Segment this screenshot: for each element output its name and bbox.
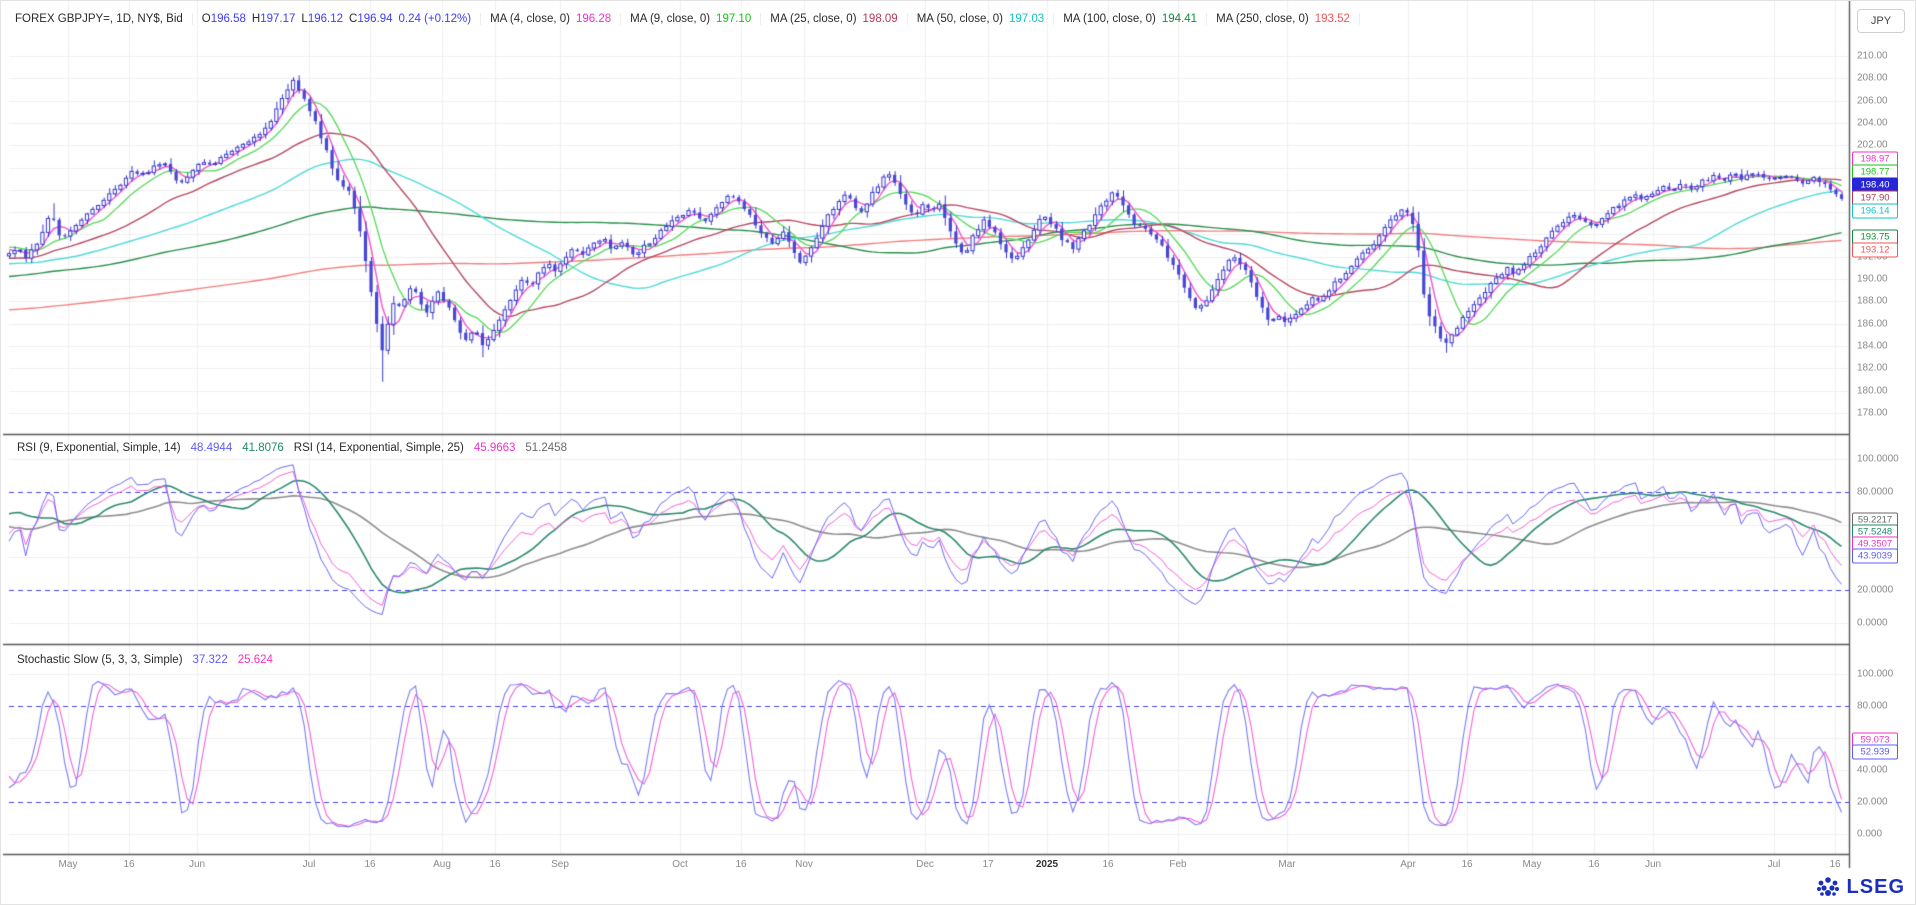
price-axis-tick: 202.00: [1857, 140, 1888, 151]
time-axis-label: Oct: [672, 859, 688, 870]
time-axis-label: 16: [1102, 859, 1113, 870]
rsi-legend-segment: 41.8076: [242, 442, 284, 454]
currency-axis-button[interactable]: JPY: [1857, 9, 1905, 33]
time-axis-label: Jul: [303, 859, 316, 870]
lseg-logo-text: LSEG: [1847, 876, 1905, 899]
chart-legend-header: FOREX GBPJPY=, 1D, NY$, Bid O196.58 H197.…: [15, 8, 1360, 30]
time-axis-label: 16: [123, 859, 134, 870]
time-axis-label: 16: [735, 859, 746, 870]
price-axis-tick: 184.00: [1857, 341, 1888, 352]
instrument-title: FOREX GBPJPY=, 1D, NY$, Bid: [15, 13, 183, 25]
time-axis-label: Jul: [1768, 859, 1781, 870]
time-axis-label: Feb: [1169, 859, 1186, 870]
price-axis-tick: 208.00: [1857, 73, 1888, 84]
stochastic-legend-header[interactable]: Stochastic Slow (5, 3, 3, Simple) 37.322 2…: [17, 654, 273, 666]
time-axis-label: May: [1523, 859, 1542, 870]
ma-legend-item[interactable]: MA (250, close, 0)193.52: [1207, 13, 1360, 25]
quote-field: 0.24 (+0.12%): [399, 13, 472, 25]
price-axis-tick: 206.00: [1857, 95, 1888, 106]
price-axis-tick: 186.00: [1857, 318, 1888, 329]
ma-legend-item[interactable]: MA (9, close, 0)197.10: [621, 13, 761, 25]
ma-legend-item[interactable]: MA (100, close, 0)194.41: [1054, 13, 1207, 25]
time-axis-label: 17: [982, 859, 993, 870]
quote-field: C196.94: [349, 13, 393, 25]
time-axis-label: Nov: [795, 859, 813, 870]
ma-legend-item[interactable]: MA (50, close, 0)197.03: [908, 13, 1054, 25]
time-axis-label: Sep: [551, 859, 569, 870]
price-axis-tick: 188.00: [1857, 296, 1888, 307]
price-axis-tick: 182.00: [1857, 363, 1888, 374]
time-axis-label: Aug: [433, 859, 451, 870]
rsi-legend-segment: RSI (14, Exponential, Simple, 25): [294, 442, 464, 454]
rsi-legend-segment: 48.4944: [191, 442, 233, 454]
price-axis-tick: 180.00: [1857, 385, 1888, 396]
stochastic-legend-segment: Stochastic Slow (5, 3, 3, Simple): [17, 654, 183, 666]
time-axis-label: 16: [1461, 859, 1472, 870]
stochastic-legend-segment: 37.322: [193, 654, 228, 666]
rsi-legend-segment: RSI (9, Exponential, Simple, 14): [17, 442, 181, 454]
instrument-cell[interactable]: FOREX GBPJPY=, 1D, NY$, Bid: [15, 13, 193, 25]
chart-window: FOREX GBPJPY=, 1D, NY$, Bid O196.58 H197.…: [0, 0, 1916, 905]
time-axis-label: 16: [489, 859, 500, 870]
quote-field: H197.17: [252, 13, 296, 25]
stoch-axis-tick: 40.000: [1857, 765, 1888, 776]
stoch-axis-tick: 0.000: [1857, 829, 1882, 840]
price-value-badge: 193.12: [1852, 243, 1898, 258]
quote-field: L196.12: [301, 13, 343, 25]
price-axis-tick: 178.00: [1857, 407, 1888, 418]
stoch-axis-tick: 100.000: [1857, 669, 1893, 680]
stochastic-legend-segment: 25.624: [238, 654, 273, 666]
price-axis-tick: 204.00: [1857, 117, 1888, 128]
time-axis-label: Mar: [1278, 859, 1295, 870]
time-axis-label: Apr: [1400, 859, 1416, 870]
currency-label: JPY: [1871, 15, 1891, 27]
rsi-axis-tick: 0.0000: [1857, 618, 1888, 629]
stoch-value-badge: 52.939: [1852, 745, 1898, 760]
stoch-axis-tick: 80.000: [1857, 701, 1888, 712]
quote-field: O196.58: [202, 13, 246, 25]
rsi-value-badge: 43.9039: [1852, 549, 1898, 564]
ma-legend-item[interactable]: MA (4, close, 0)196.28: [481, 13, 621, 25]
time-axis-label: Jun: [1645, 859, 1661, 870]
time-axis-label: 16: [1829, 859, 1840, 870]
stoch-axis-tick: 20.000: [1857, 797, 1888, 808]
rsi-axis-tick: 20.0000: [1857, 585, 1893, 596]
lseg-logo: LSEG: [1815, 875, 1905, 899]
rsi-legend-segment: 45.9663: [474, 442, 516, 454]
rsi-legend-header[interactable]: RSI (9, Exponential, Simple, 14) 48.4944 4…: [17, 442, 567, 454]
rsi-legend-segment: 51.2458: [525, 442, 567, 454]
time-axis-label: May: [59, 859, 78, 870]
lseg-crest-icon: [1815, 875, 1841, 899]
price-axis-tick: 210.00: [1857, 51, 1888, 62]
quote-values-cell[interactable]: O196.58 H197.17 L196.12 C196.94 0.24 (+0.12%…: [193, 13, 481, 25]
rsi-axis-tick: 80.0000: [1857, 486, 1893, 497]
ma-legend-item[interactable]: MA (25, close, 0)198.09: [761, 13, 907, 25]
rsi-axis-tick: 100.0000: [1857, 454, 1899, 465]
price-axis-tick: 190.00: [1857, 274, 1888, 285]
time-axis-label: Jun: [189, 859, 205, 870]
time-axis-label: 2025: [1036, 859, 1058, 870]
time-axis-label: 16: [364, 859, 375, 870]
price-value-badge: 196.14: [1852, 204, 1898, 219]
time-axis-label: Dec: [916, 859, 934, 870]
time-axis-label: 16: [1588, 859, 1599, 870]
